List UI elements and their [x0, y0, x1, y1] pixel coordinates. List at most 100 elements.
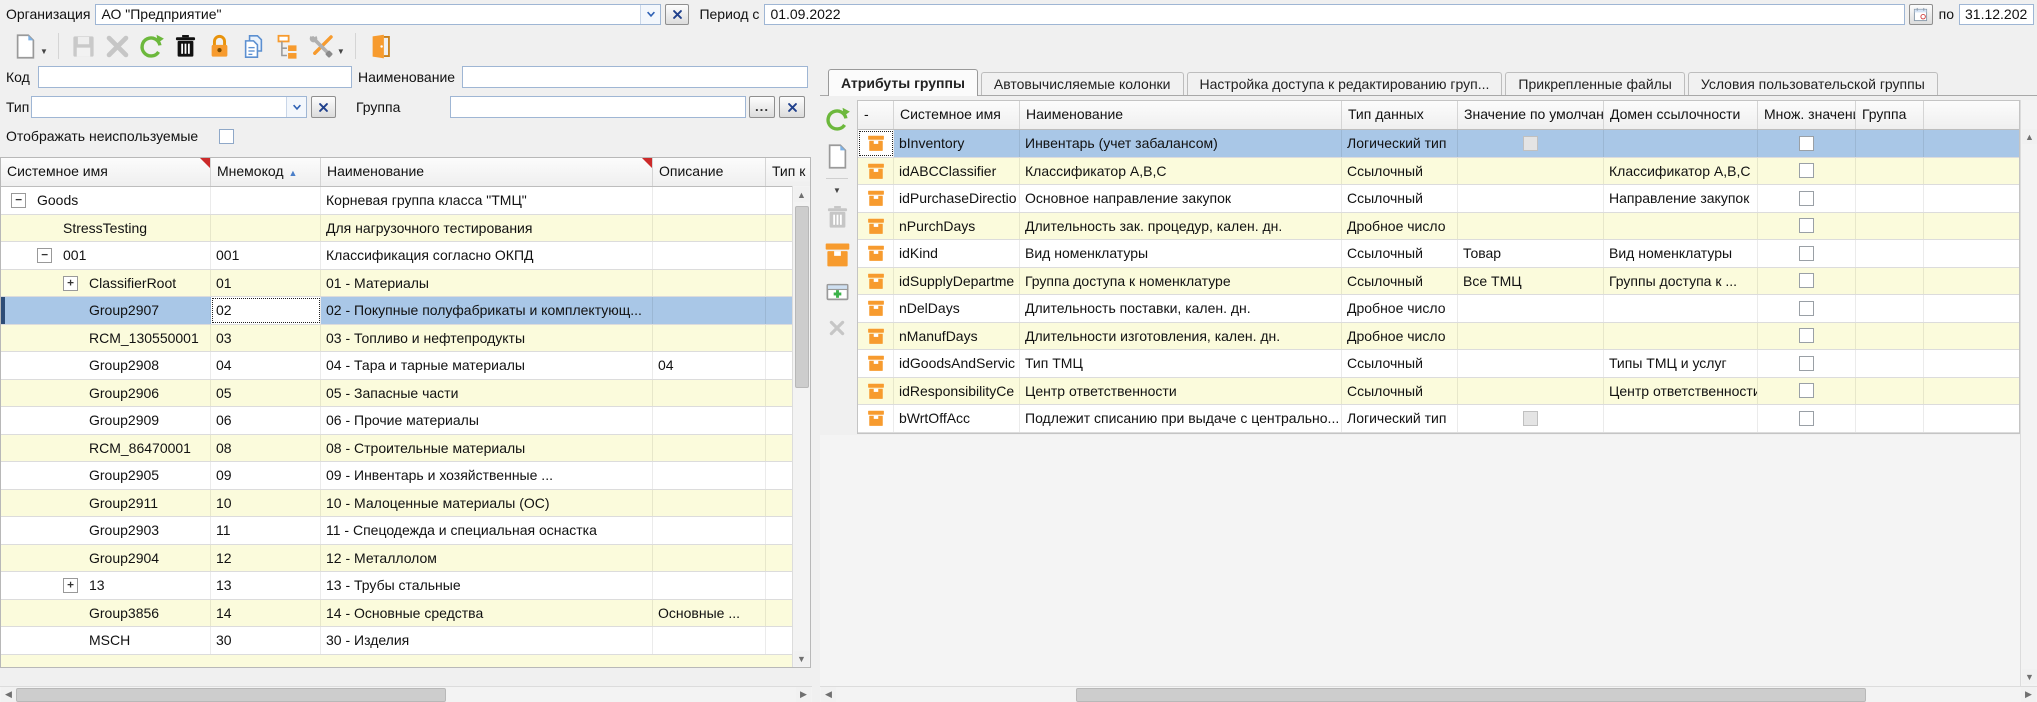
type-clear-button[interactable] — [311, 96, 336, 118]
tree-row[interactable]: Group29090606 - Прочие материалы — [1, 407, 810, 435]
tab-4[interactable]: Условия пользовательской группы — [1688, 72, 1938, 95]
column-header[interactable]: Мнемокод▲ — [211, 158, 321, 186]
tree-row[interactable]: RCM_864700010808 - Строительные материал… — [1, 435, 810, 463]
column-header[interactable]: Системное имя — [894, 101, 1020, 129]
attribute-row[interactable]: bInventoryИнвентарь (учет забалансом)Лог… — [858, 130, 2019, 158]
scroll-left-button[interactable]: ◀ — [821, 687, 836, 702]
panel-splitter[interactable] — [812, 62, 820, 702]
column-header[interactable]: - — [858, 101, 894, 129]
tree-horizontal-scrollbar[interactable]: ◀ ▶ — [0, 686, 812, 702]
tree-row[interactable]: RCM_1305500010303 - Топливо и нефтепроду… — [1, 325, 810, 353]
lock-button[interactable] — [203, 31, 237, 62]
attribute-row[interactable]: nManufDaysДлительности изготовления, кал… — [858, 323, 2019, 351]
delete-button[interactable] — [822, 202, 852, 232]
tab-3[interactable]: Прикрепленные файлы — [1505, 72, 1684, 95]
multiple-value-checkbox[interactable] — [1799, 383, 1814, 398]
code-input[interactable] — [38, 66, 352, 88]
save-button[interactable] — [67, 31, 101, 62]
scroll-up-button[interactable]: ▲ — [2022, 129, 2037, 144]
tree-row[interactable]: Group29111010 - Малоценные материалы (ОС… — [1, 490, 810, 518]
expand-icon[interactable]: + — [63, 578, 78, 593]
attribute-row[interactable]: idSupplyDepartmeГруппа доступа к номенкл… — [858, 268, 2019, 296]
tree-row[interactable]: StressTestingДля нагрузочного тестирован… — [1, 215, 810, 243]
scroll-down-button[interactable]: ▼ — [794, 651, 809, 666]
multiple-value-checkbox[interactable] — [1799, 218, 1814, 233]
group-input[interactable] — [450, 96, 746, 118]
attribute-row[interactable]: idKindВид номенклатурыСсылочныйТоварВид … — [858, 240, 2019, 268]
column-header[interactable]: Группа — [1856, 101, 1924, 129]
column-header[interactable]: Наименование — [321, 158, 653, 186]
organization-clear-button[interactable] — [665, 4, 689, 25]
column-header[interactable]: Тип данных — [1342, 101, 1458, 129]
tab-2[interactable]: Настройка доступа к редактированию груп.… — [1187, 72, 1503, 95]
attribute-row[interactable]: bWrtOffAccПодлежит списанию при выдаче с… — [858, 405, 2019, 433]
tab-0[interactable]: Атрибуты группы — [828, 69, 978, 96]
column-header[interactable]: Наименование — [1020, 101, 1342, 129]
multiple-value-checkbox[interactable] — [1799, 328, 1814, 343]
hierarchy-button[interactable] — [271, 31, 305, 62]
copy-button[interactable] — [237, 31, 271, 62]
new-attribute-button[interactable] — [822, 141, 852, 171]
group-lookup-button[interactable]: ... — [749, 96, 775, 118]
collapse-icon[interactable]: − — [37, 248, 52, 263]
default-value-checkbox[interactable] — [1523, 411, 1538, 426]
expand-icon[interactable]: + — [63, 276, 78, 291]
tree-row[interactable]: +131313 - Трубы стальные — [1, 572, 810, 600]
column-header[interactable]: Описание — [653, 158, 766, 186]
tree-row[interactable]: Group29041212 - Металлолом — [1, 545, 810, 573]
column-header[interactable]: Множ. значение — [1758, 101, 1856, 129]
scroll-up-button[interactable]: ▲ — [794, 187, 809, 202]
attribute-row[interactable]: idResponsibilityCeЦентр ответственностиС… — [858, 378, 2019, 406]
calendar-button[interactable] — [1909, 4, 1933, 25]
multiple-value-checkbox[interactable] — [1799, 356, 1814, 371]
multiple-value-checkbox[interactable] — [1799, 163, 1814, 178]
settings-button[interactable] — [305, 31, 339, 62]
multiple-value-checkbox[interactable] — [1799, 411, 1814, 426]
chevron-down-icon[interactable] — [286, 97, 306, 117]
column-header[interactable]: Значение по умолчанию — [1458, 101, 1604, 129]
tree-row[interactable]: Group38561414 - Основные средстваОсновны… — [1, 600, 810, 628]
multiple-value-checkbox[interactable] — [1799, 273, 1814, 288]
scroll-left-button[interactable]: ◀ — [1, 687, 16, 702]
type-select[interactable] — [31, 96, 307, 118]
period-from-input[interactable] — [764, 4, 1904, 25]
refresh-button[interactable] — [135, 31, 169, 62]
attributes-horizontal-scrollbar[interactable]: ◀ ▶ — [820, 686, 2037, 702]
group-clear-button[interactable] — [779, 96, 805, 118]
organization-select[interactable]: АО "Предприятие" — [95, 4, 661, 25]
multiple-value-checkbox[interactable] — [1799, 136, 1814, 151]
attribute-row[interactable]: nPurchDaysДлительность зак. процедур, ка… — [858, 213, 2019, 241]
column-header[interactable]: Системное имя — [1, 158, 211, 186]
multiple-value-checkbox[interactable] — [1799, 246, 1814, 261]
scroll-right-button[interactable]: ▶ — [796, 687, 811, 702]
add-box-button[interactable] — [822, 276, 852, 306]
scroll-down-button[interactable]: ▼ — [2022, 669, 2037, 684]
tree-row[interactable]: Group29031111 - Спецодежда и специальная… — [1, 517, 810, 545]
settings-menu-caret-icon[interactable]: ▼ — [337, 47, 345, 56]
tree-row[interactable]: MSCH3030 - Изделия — [1, 627, 810, 655]
attribute-row[interactable]: idGoodsAndServicТип ТМЦСсылочныйТипы ТМЦ… — [858, 350, 2019, 378]
multiple-value-checkbox[interactable] — [1799, 191, 1814, 206]
tree-row[interactable]: Group29060505 - Запасные части — [1, 380, 810, 408]
scroll-thumb[interactable] — [1076, 688, 1866, 702]
tree-vertical-scrollbar[interactable]: ▲ ▼ — [792, 186, 810, 667]
column-header[interactable]: Тип к — [766, 158, 810, 186]
tree-row[interactable]: +ClassifierRoot0101 - Материалы — [1, 270, 810, 298]
attribute-row[interactable]: idPurchaseDirectioОсновное направление з… — [858, 185, 2019, 213]
delete-button[interactable] — [169, 31, 203, 62]
tree-row[interactable]: Group29080404 - Тара и тарные материалы0… — [1, 352, 810, 380]
name-input[interactable] — [462, 66, 808, 88]
new-attribute-menu-caret-icon[interactable]: ▼ — [833, 186, 841, 195]
period-to-input[interactable] — [1959, 4, 2034, 25]
attribute-box-button[interactable] — [822, 239, 852, 269]
new-document-button[interactable] — [8, 31, 42, 62]
scroll-thumb[interactable] — [16, 688, 446, 702]
default-value-checkbox[interactable] — [1523, 136, 1538, 151]
cancel-button[interactable] — [101, 31, 135, 62]
tab-1[interactable]: Автовычисляемые колонки — [981, 72, 1184, 95]
multiple-value-checkbox[interactable] — [1799, 301, 1814, 316]
show-unused-checkbox[interactable] — [219, 129, 234, 144]
chevron-down-icon[interactable] — [640, 5, 660, 24]
attributes-vertical-scrollbar[interactable]: ▲ ▼ — [2020, 100, 2037, 686]
exit-button[interactable] — [364, 31, 398, 62]
